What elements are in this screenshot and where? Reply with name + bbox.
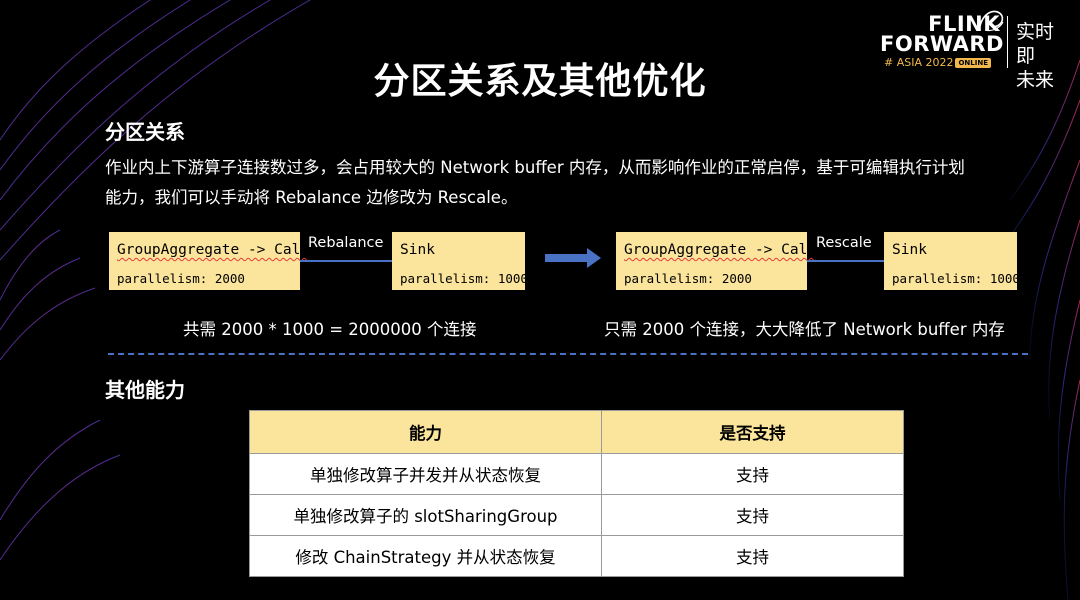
capability-table: 能力 是否支持 单独修改算子并发并从状态恢复 支持 单独修改算子的 slotSh…: [249, 410, 904, 577]
supported-cell: 支持: [601, 453, 904, 495]
capability-cell: 单独修改算子的 slotSharingGroup: [249, 494, 602, 536]
right-sink-name: Sink: [892, 242, 927, 258]
left-sink-node: Sink parallelism: 1000: [392, 232, 528, 290]
right-caption: 只需 2000 个连接，大大降低了 Network buffer 内存: [604, 320, 1005, 339]
right-source-parallelism: parallelism: 2000: [624, 271, 752, 286]
page-title: 分区关系及其他优化: [373, 61, 707, 102]
left-caption: 共需 2000 * 1000 = 2000000 个连接: [183, 320, 477, 339]
capability-text: 单独修改算子的 slotSharingGroup: [293, 507, 558, 526]
left-edge-label: Rebalance: [308, 235, 384, 251]
logo-line-flink: FLINK: [928, 12, 1000, 36]
supported-cell: 支持: [601, 494, 904, 536]
header-capability: 能力: [249, 410, 602, 454]
section-description: 作业内上下游算子连接数过多，会占用较大的 Network buffer 内存，从…: [105, 153, 1045, 213]
table-row: 修改 ChainStrategy 并从状态恢复 支持: [249, 535, 904, 577]
left-source-parallelism: parallelism: 2000: [117, 271, 245, 286]
capability-cell: 单独修改算子并发并从状态恢复: [249, 453, 602, 495]
right-sink-node: Sink parallelism: 1000: [884, 232, 1020, 290]
dashed-separator: [108, 353, 1028, 355]
description-line-2: 能力，我们可以手动将 Rebalance 边修改为 Rescale。: [105, 188, 518, 207]
supported-cell: 支持: [601, 535, 904, 577]
right-arrow-icon: [545, 248, 601, 268]
capability-cell: 修改 ChainStrategy 并从状态恢复: [249, 535, 602, 577]
left-source-name: GroupAggregate -> Calc: [117, 242, 310, 258]
right-source-node: GroupAggregate -> Calc parallelism: 2000: [616, 232, 816, 290]
header-supported: 是否支持: [601, 410, 904, 454]
left-sink-parallelism: parallelism: 1000: [400, 271, 528, 286]
table-row: 单独修改算子的 slotSharingGroup 支持: [249, 494, 904, 536]
table-row: 单独修改算子并发并从状态恢复 支持: [249, 453, 904, 495]
left-edge-line: [300, 260, 392, 262]
section-title-partition: 分区关系: [105, 120, 185, 144]
right-edge-label: Rescale: [816, 235, 872, 251]
section-title-other: 其他能力: [105, 378, 185, 402]
right-sink-parallelism: parallelism: 1000: [892, 271, 1020, 286]
logo-line-forward: FORWARD: [880, 32, 1004, 56]
left-source-node: GroupAggregate -> Calc parallelism: 2000: [109, 232, 309, 290]
logo-text: FLINK FORWARD: [880, 12, 1004, 56]
right-edge-line: [807, 260, 884, 262]
description-line-1: 作业内上下游算子连接数过多，会占用较大的 Network buffer 内存，从…: [105, 158, 965, 177]
left-sink-name: Sink: [400, 242, 435, 258]
right-source-name: GroupAggregate -> Calc: [624, 242, 817, 258]
table-header-row: 能力 是否支持: [249, 410, 904, 454]
